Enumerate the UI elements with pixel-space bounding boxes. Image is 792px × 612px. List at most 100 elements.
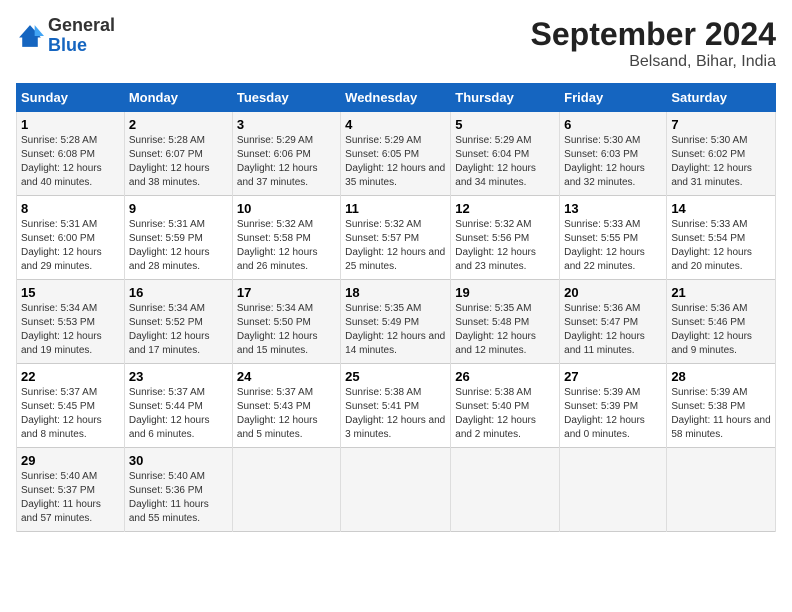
day-number: 20: [564, 285, 662, 300]
logo-text: General Blue: [48, 16, 115, 56]
calendar-cell: 6 Sunrise: 5:30 AMSunset: 6:03 PMDaylight…: [560, 112, 667, 196]
calendar-cell: [560, 448, 667, 532]
header-monday: Monday: [124, 84, 232, 112]
calendar-cell: 2 Sunrise: 5:28 AMSunset: 6:07 PMDaylight…: [124, 112, 232, 196]
logo: General Blue: [16, 16, 115, 56]
day-info: Sunrise: 5:30 AMSunset: 6:03 PMDaylight:…: [564, 134, 662, 190]
day-number: 7: [671, 117, 771, 132]
calendar-cell: 28 Sunrise: 5:39 AMSunset: 5:38 PMDayligh…: [667, 364, 776, 448]
day-info: Sunrise: 5:34 AMSunset: 5:53 PMDaylight:…: [21, 302, 120, 358]
calendar-cell: [232, 448, 340, 532]
day-number: 6: [564, 117, 662, 132]
calendar-cell: 30 Sunrise: 5:40 AMSunset: 5:36 PMDayligh…: [124, 448, 232, 532]
calendar-header: SundayMondayTuesdayWednesdayThursdayFrid…: [17, 84, 776, 112]
calendar-cell: 13Sunrise: 5:33 AMSunset: 5:55 PMDayligh…: [560, 196, 667, 280]
day-info: Sunrise: 5:34 AMSunset: 5:52 PMDaylight:…: [129, 302, 228, 358]
calendar-cell: 5 Sunrise: 5:29 AMSunset: 6:04 PMDaylight…: [451, 112, 560, 196]
day-number: 13: [564, 201, 662, 216]
day-number: 22: [21, 369, 120, 384]
calendar-cell: 1 Sunrise: 5:28 AMSunset: 6:08 PMDaylight…: [17, 112, 125, 196]
day-info: Sunrise: 5:39 AMSunset: 5:38 PMDaylight:…: [671, 386, 771, 442]
day-number: 5: [455, 117, 555, 132]
calendar-cell: 26Sunrise: 5:38 AMSunset: 5:40 PMDayligh…: [451, 364, 560, 448]
calendar-cell: [341, 448, 451, 532]
calendar-cell: 10Sunrise: 5:32 AMSunset: 5:58 PMDayligh…: [232, 196, 340, 280]
day-number: 4: [345, 117, 446, 132]
page-header: General Blue September 2024 Belsand, Bih…: [16, 16, 776, 71]
calendar-cell: 29Sunrise: 5:40 AMSunset: 5:37 PMDayligh…: [17, 448, 125, 532]
calendar-cell: 24 Sunrise: 5:37 AMSunset: 5:43 PMDayligh…: [232, 364, 340, 448]
header-thursday: Thursday: [451, 84, 560, 112]
day-number: 23: [129, 369, 228, 384]
day-number: 12: [455, 201, 555, 216]
calendar-cell: 14 Sunrise: 5:33 AMSunset: 5:54 PMDayligh…: [667, 196, 776, 280]
calendar-cell: 7 Sunrise: 5:30 AMSunset: 6:02 PMDaylight…: [667, 112, 776, 196]
month-title: September 2024: [531, 16, 776, 53]
day-number: 2: [129, 117, 228, 132]
header-sunday: Sunday: [17, 84, 125, 112]
day-number: 11: [345, 201, 446, 216]
day-number: 28: [671, 369, 771, 384]
day-info: Sunrise: 5:37 AMSunset: 5:43 PMDaylight:…: [237, 386, 336, 442]
calendar-cell: 16 Sunrise: 5:34 AMSunset: 5:52 PMDayligh…: [124, 280, 232, 364]
calendar-cell: 4 Sunrise: 5:29 AMSunset: 6:05 PMDaylight…: [341, 112, 451, 196]
calendar-cell: 8Sunrise: 5:31 AMSunset: 6:00 PMDaylight…: [17, 196, 125, 280]
location: Belsand, Bihar, India: [531, 53, 776, 71]
day-info: Sunrise: 5:35 AMSunset: 5:48 PMDaylight:…: [455, 302, 555, 358]
calendar-cell: 19Sunrise: 5:35 AMSunset: 5:48 PMDayligh…: [451, 280, 560, 364]
week-row-1: 1 Sunrise: 5:28 AMSunset: 6:08 PMDaylight…: [17, 112, 776, 196]
day-info: Sunrise: 5:29 AMSunset: 6:04 PMDaylight:…: [455, 134, 555, 190]
day-info: Sunrise: 5:37 AMSunset: 5:45 PMDaylight:…: [21, 386, 120, 442]
day-info: Sunrise: 5:38 AMSunset: 5:41 PMDaylight:…: [345, 386, 446, 442]
calendar-cell: 12Sunrise: 5:32 AMSunset: 5:56 PMDayligh…: [451, 196, 560, 280]
header-tuesday: Tuesday: [232, 84, 340, 112]
logo-blue: Blue: [48, 35, 87, 55]
week-row-5: 29Sunrise: 5:40 AMSunset: 5:37 PMDayligh…: [17, 448, 776, 532]
day-info: Sunrise: 5:28 AMSunset: 6:07 PMDaylight:…: [129, 134, 228, 190]
day-number: 26: [455, 369, 555, 384]
header-friday: Friday: [560, 84, 667, 112]
day-info: Sunrise: 5:33 AMSunset: 5:54 PMDaylight:…: [671, 218, 771, 274]
calendar-table: SundayMondayTuesdayWednesdayThursdayFrid…: [16, 83, 776, 532]
day-info: Sunrise: 5:28 AMSunset: 6:08 PMDaylight:…: [21, 134, 120, 190]
day-info: Sunrise: 5:39 AMSunset: 5:39 PMDaylight:…: [564, 386, 662, 442]
calendar-body: 1 Sunrise: 5:28 AMSunset: 6:08 PMDaylight…: [17, 112, 776, 532]
day-number: 9: [129, 201, 228, 216]
calendar-cell: 21 Sunrise: 5:36 AMSunset: 5:46 PMDayligh…: [667, 280, 776, 364]
calendar-cell: 23Sunrise: 5:37 AMSunset: 5:44 PMDayligh…: [124, 364, 232, 448]
day-number: 27: [564, 369, 662, 384]
day-number: 8: [21, 201, 120, 216]
week-row-4: 22 Sunrise: 5:37 AMSunset: 5:45 PMDayligh…: [17, 364, 776, 448]
day-info: Sunrise: 5:32 AMSunset: 5:58 PMDaylight:…: [237, 218, 336, 274]
day-info: Sunrise: 5:40 AMSunset: 5:37 PMDaylight:…: [21, 470, 120, 526]
calendar-cell: 11 Sunrise: 5:32 AMSunset: 5:57 PMDayligh…: [341, 196, 451, 280]
calendar-cell: [451, 448, 560, 532]
calendar-cell: 3Sunrise: 5:29 AMSunset: 6:06 PMDaylight…: [232, 112, 340, 196]
day-number: 16: [129, 285, 228, 300]
day-number: 18: [345, 285, 446, 300]
calendar-cell: 27 Sunrise: 5:39 AMSunset: 5:39 PMDayligh…: [560, 364, 667, 448]
day-number: 14: [671, 201, 771, 216]
day-info: Sunrise: 5:35 AMSunset: 5:49 PMDaylight:…: [345, 302, 446, 358]
title-block: September 2024 Belsand, Bihar, India: [531, 16, 776, 71]
calendar-cell: 15Sunrise: 5:34 AMSunset: 5:53 PMDayligh…: [17, 280, 125, 364]
calendar-cell: 20Sunrise: 5:36 AMSunset: 5:47 PMDayligh…: [560, 280, 667, 364]
day-number: 17: [237, 285, 336, 300]
day-info: Sunrise: 5:30 AMSunset: 6:02 PMDaylight:…: [671, 134, 771, 190]
day-info: Sunrise: 5:40 AMSunset: 5:36 PMDaylight:…: [129, 470, 228, 526]
day-info: Sunrise: 5:36 AMSunset: 5:46 PMDaylight:…: [671, 302, 771, 358]
day-info: Sunrise: 5:34 AMSunset: 5:50 PMDaylight:…: [237, 302, 336, 358]
day-number: 30: [129, 453, 228, 468]
header-row: SundayMondayTuesdayWednesdayThursdayFrid…: [17, 84, 776, 112]
day-info: Sunrise: 5:29 AMSunset: 6:06 PMDaylight:…: [237, 134, 336, 190]
day-info: Sunrise: 5:32 AMSunset: 5:57 PMDaylight:…: [345, 218, 446, 274]
header-saturday: Saturday: [667, 84, 776, 112]
day-number: 21: [671, 285, 771, 300]
day-number: 25: [345, 369, 446, 384]
week-row-2: 8Sunrise: 5:31 AMSunset: 6:00 PMDaylight…: [17, 196, 776, 280]
day-info: Sunrise: 5:29 AMSunset: 6:05 PMDaylight:…: [345, 134, 446, 190]
day-info: Sunrise: 5:31 AMSunset: 5:59 PMDaylight:…: [129, 218, 228, 274]
logo-icon: [16, 22, 44, 50]
day-number: 1: [21, 117, 120, 132]
day-number: 24: [237, 369, 336, 384]
